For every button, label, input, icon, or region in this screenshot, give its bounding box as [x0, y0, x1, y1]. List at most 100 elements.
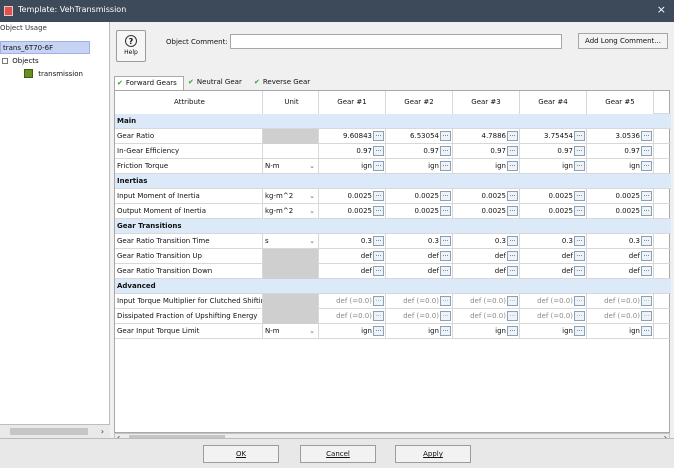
ellipsis-button[interactable]: ... [507, 251, 518, 261]
gear-value-cell[interactable]: def... [520, 249, 587, 264]
ellipsis-button[interactable]: ... [641, 236, 652, 246]
gear-value-cell[interactable]: 0.0025... [319, 189, 386, 204]
help-button[interactable]: ? Help [116, 30, 146, 62]
ellipsis-button[interactable]: ... [507, 296, 518, 306]
gear-value-cell[interactable]: 0.97... [453, 144, 520, 159]
ellipsis-button[interactable]: ... [373, 161, 384, 171]
ellipsis-button[interactable]: ... [373, 191, 384, 201]
ellipsis-button[interactable]: ... [373, 266, 384, 276]
ellipsis-button[interactable]: ... [574, 266, 585, 276]
gear-value-cell[interactable]: def (=0.0)... [386, 309, 453, 324]
gear-value-cell[interactable]: 0.0025... [386, 204, 453, 219]
gear-value-cell[interactable]: ign... [520, 159, 587, 174]
ellipsis-button[interactable]: ... [574, 206, 585, 216]
gear-value-cell[interactable]: ign... [386, 159, 453, 174]
ellipsis-button[interactable]: ... [440, 251, 451, 261]
ellipsis-button[interactable]: ... [641, 266, 652, 276]
ellipsis-button[interactable]: ... [440, 131, 451, 141]
gear-value-cell[interactable]: def (=0.0)... [520, 294, 587, 309]
ellipsis-button[interactable]: ... [373, 251, 384, 261]
ellipsis-button[interactable]: ... [574, 236, 585, 246]
left-panel-hscrollbar[interactable]: › [0, 424, 110, 438]
ellipsis-button[interactable]: ... [641, 326, 652, 336]
ellipsis-button[interactable]: ... [507, 266, 518, 276]
gear-value-cell[interactable]: def (=0.0)... [520, 309, 587, 324]
gear-value-cell[interactable]: ign... [520, 324, 587, 339]
ellipsis-button[interactable]: ... [507, 206, 518, 216]
gear-value-cell[interactable]: 0.97... [386, 144, 453, 159]
gear-value-cell[interactable]: 0.3... [319, 234, 386, 249]
gear-value-cell[interactable]: 6.53054... [386, 129, 453, 144]
ellipsis-button[interactable]: ... [641, 296, 652, 306]
gear-value-cell[interactable]: def... [453, 249, 520, 264]
gear-value-cell[interactable]: 0.0025... [520, 204, 587, 219]
ellipsis-button[interactable]: ... [440, 296, 451, 306]
add-long-comment-button[interactable]: Add Long Comment... [578, 33, 668, 49]
ellipsis-button[interactable]: ... [507, 236, 518, 246]
ellipsis-button[interactable]: ... [373, 326, 384, 336]
ok-button[interactable]: OK [203, 445, 279, 463]
ellipsis-button[interactable]: ... [440, 326, 451, 336]
gear-value-cell[interactable]: ign... [453, 159, 520, 174]
ellipsis-button[interactable]: ... [440, 206, 451, 216]
gear-value-cell[interactable]: 0.3... [587, 234, 654, 249]
gear-value-cell[interactable]: def (=0.0)... [453, 309, 520, 324]
tree-item-objects[interactable]: Objects [2, 57, 39, 65]
gear-value-cell[interactable]: def... [319, 264, 386, 279]
gear-value-cell[interactable]: 0.97... [520, 144, 587, 159]
gear-value-cell[interactable]: 0.97... [319, 144, 386, 159]
gear-value-cell[interactable]: def (=0.0)... [319, 294, 386, 309]
gear-value-cell[interactable]: 0.97... [587, 144, 654, 159]
gear-value-cell[interactable]: def... [319, 249, 386, 264]
gear-value-cell[interactable]: 0.3... [520, 234, 587, 249]
gear-value-cell[interactable]: 0.0025... [386, 189, 453, 204]
ellipsis-button[interactable]: ... [373, 296, 384, 306]
gear-value-cell[interactable]: def... [453, 264, 520, 279]
ellipsis-button[interactable]: ... [641, 311, 652, 321]
ellipsis-button[interactable]: ... [507, 161, 518, 171]
gear-value-cell[interactable]: def (=0.0)... [587, 294, 654, 309]
ellipsis-button[interactable]: ... [440, 236, 451, 246]
tab-neutral-gear[interactable]: ✔ Neutral Gear [186, 76, 250, 90]
tab-forward-gears[interactable]: ✔ Forward Gears [114, 76, 184, 90]
ellipsis-button[interactable]: ... [641, 206, 652, 216]
gear-value-cell[interactable]: def (=0.0)... [587, 309, 654, 324]
gear-value-cell[interactable]: 0.0025... [453, 189, 520, 204]
gear-value-cell[interactable]: 0.0025... [453, 204, 520, 219]
unit-select[interactable]: kg-m^2 ⌄ [263, 189, 319, 204]
tree-item-selected[interactable]: trans_6T70-6F [0, 41, 90, 54]
gear-value-cell[interactable]: 9.60843... [319, 129, 386, 144]
scrollbar-thumb[interactable] [10, 428, 88, 435]
ellipsis-button[interactable]: ... [507, 311, 518, 321]
ellipsis-button[interactable]: ... [574, 146, 585, 156]
unit-select[interactable]: N-m ⌄ [263, 324, 319, 339]
chevron-down-icon[interactable]: ⌄ [309, 234, 315, 248]
ellipsis-button[interactable]: ... [641, 146, 652, 156]
tree-item-transmission[interactable]: transmission [24, 69, 83, 78]
chevron-down-icon[interactable]: ⌄ [309, 204, 315, 218]
tree-expand-icon[interactable] [2, 58, 8, 64]
ellipsis-button[interactable]: ... [440, 266, 451, 276]
ellipsis-button[interactable]: ... [373, 311, 384, 321]
ellipsis-button[interactable]: ... [641, 161, 652, 171]
chevron-down-icon[interactable]: ⌄ [309, 189, 315, 203]
ellipsis-button[interactable]: ... [373, 131, 384, 141]
ellipsis-button[interactable]: ... [507, 326, 518, 336]
ellipsis-button[interactable]: ... [440, 191, 451, 201]
chevron-down-icon[interactable]: ⌄ [309, 159, 315, 173]
gear-value-cell[interactable]: 0.3... [453, 234, 520, 249]
gear-value-cell[interactable]: 0.0025... [587, 189, 654, 204]
ellipsis-button[interactable]: ... [373, 206, 384, 216]
gear-value-cell[interactable]: ign... [319, 159, 386, 174]
chevron-down-icon[interactable]: ⌄ [309, 324, 315, 338]
ellipsis-button[interactable]: ... [507, 146, 518, 156]
gear-value-cell[interactable]: 0.3... [386, 234, 453, 249]
ellipsis-button[interactable]: ... [641, 251, 652, 261]
ellipsis-button[interactable]: ... [641, 191, 652, 201]
ellipsis-button[interactable]: ... [574, 161, 585, 171]
unit-select[interactable]: N-m ⌄ [263, 159, 319, 174]
object-comment-input[interactable] [230, 34, 562, 49]
close-icon[interactable]: × [657, 3, 666, 16]
gear-value-cell[interactable]: 4.7886... [453, 129, 520, 144]
gear-value-cell[interactable]: def (=0.0)... [319, 309, 386, 324]
